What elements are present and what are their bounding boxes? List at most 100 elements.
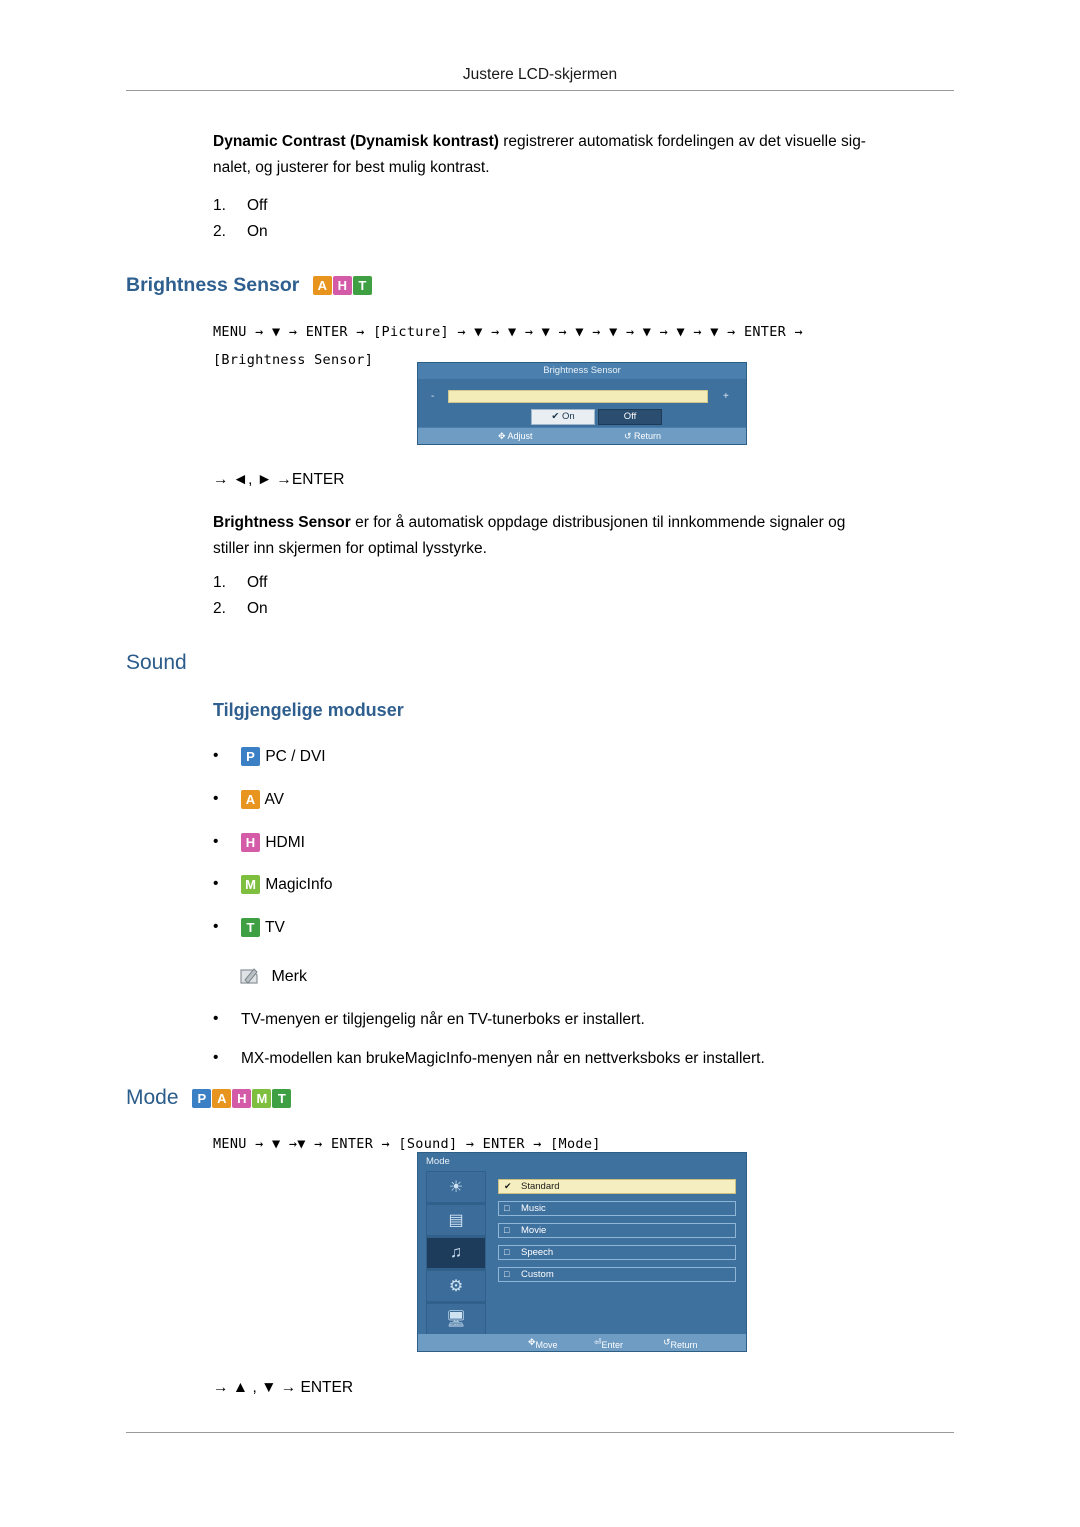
note-block: Merk <box>239 964 307 990</box>
badge-hdmi-icon: H <box>232 1088 252 1108</box>
note-item-tv: • TV-menyen er tilgjengelig når en TV-tu… <box>213 1007 953 1033</box>
list-item: 2. On <box>213 219 268 245</box>
osd-mode-item-speech[interactable]: □ Speech <box>498 1245 736 1260</box>
check-icon: □ <box>504 1225 510 1235</box>
menu-path-line1: MENU → ▼ → ENTER → [Picture] → ▼ → ▼ → ▼… <box>213 324 803 340</box>
badge-tv-icon: T <box>241 918 260 938</box>
option-label: Off <box>247 574 268 591</box>
osd-icon-sound[interactable]: ♫ <box>426 1237 486 1269</box>
mode-label: AV <box>264 791 284 808</box>
mode-label: HDMI <box>265 834 305 851</box>
bullet-dot-icon: • <box>213 833 219 850</box>
brightness-sensor-heading-text: Brightness Sensor <box>126 274 300 296</box>
list-item: 1. Off <box>213 570 268 596</box>
osd-title: Mode <box>426 1156 450 1167</box>
note-pencil-icon <box>239 966 260 985</box>
osd-icon-display[interactable]: ▤ <box>426 1204 486 1236</box>
osd-footer: ✥ Move ⏎ Enter ↺ Return <box>418 1334 746 1351</box>
check-icon: □ <box>504 1269 510 1279</box>
mode-heading: Mode PAHMT <box>126 1086 292 1110</box>
osd-brightness-sensor: Brightness Sensor - + ✔ On Off ✥ Adjust … <box>417 362 747 445</box>
mode-list-item-av: • A AV <box>213 787 284 813</box>
list-item: 2. On <box>213 596 268 622</box>
mode-label: MagicInfo <box>265 876 333 893</box>
sound-icon: ♫ <box>450 1244 462 1261</box>
dynamic-contrast-label: Dynamic Contrast (Dynamisk kontrast) <box>213 133 499 150</box>
note-item-text: MX-modellen kan brukeMagicInfo-menyen nå… <box>241 1050 765 1067</box>
bullet-dot-icon: • <box>213 875 219 892</box>
mode-label-wrap: M MagicInfo <box>241 872 333 898</box>
badge-av-icon: A <box>212 1088 232 1108</box>
option-label: On <box>247 600 268 617</box>
osd-mode-item-music[interactable]: □ Music <box>498 1201 736 1216</box>
dynamic-contrast-text-line2: nalet, og justerer for best mulig kontra… <box>213 159 490 176</box>
mode-nav-hint: → ▲ , ▼ → ENTER <box>213 1379 354 1396</box>
note-label: Merk <box>271 968 308 985</box>
brightness-sensor-options: 1. Off 2. On <box>213 570 268 622</box>
osd-on-button[interactable]: ✔ On <box>531 409 595 425</box>
note-item-magicinfo: • MX-modellen kan brukeMagicInfo-menyen … <box>213 1046 953 1072</box>
note-item-text: TV-menyen er tilgjengelig når en TV-tune… <box>241 1011 645 1028</box>
osd-plus-label: + <box>723 391 729 402</box>
footer-divider <box>126 1432 954 1433</box>
page-header-title: Justere LCD-skjermen <box>462 66 618 83</box>
osd-mode-item-custom[interactable]: □ Custom <box>498 1267 736 1282</box>
mode-label-wrap: A AV <box>241 787 284 813</box>
bullet-dot-icon: • <box>213 918 219 935</box>
brightness-sensor-desc-text: er for å automatisk oppdage distribusjon… <box>350 514 846 531</box>
check-icon: □ <box>504 1203 510 1213</box>
osd-sound-mode: Mode ☀ ▤ ♫ ⚙ 🖥 ✔ Standard □ Music □ Movie □… <box>417 1152 747 1352</box>
osd-minus-label: - <box>431 391 435 402</box>
osd-mode-item-standard[interactable]: ✔ Standard <box>498 1179 736 1194</box>
list-item: 1. Off <box>213 193 268 219</box>
mode-list-item-hdmi: • H HDMI <box>213 830 305 856</box>
brightness-sensor-description: Brightness Sensor er for å automatisk op… <box>213 510 963 562</box>
osd-off-button[interactable]: Off <box>598 409 662 425</box>
badge-av-icon: A <box>241 790 260 810</box>
mode-label-wrap: T TV <box>241 915 285 941</box>
option-number: 2. <box>213 223 226 240</box>
osd-footer-return: ↺ Return <box>663 1337 698 1350</box>
mode-list-item-pcdvi: • P PC / DVI <box>213 744 326 770</box>
monitor-icon: 🖥 <box>445 1311 467 1328</box>
badge-tv-icon: T <box>352 276 372 296</box>
display-icon: ▤ <box>448 1212 464 1229</box>
check-icon: □ <box>504 1247 510 1257</box>
dynamic-contrast-text: registrerer automatisk fordelingen av de… <box>498 133 866 150</box>
mode-label: PC / DVI <box>265 748 326 765</box>
bullet-dot-icon: • <box>213 1049 219 1066</box>
badge-magicinfo-icon: M <box>241 875 260 895</box>
option-label: Off <box>247 197 268 214</box>
osd-icon-picture[interactable]: ☀ <box>426 1171 486 1203</box>
osd-mode-list: ✔ Standard □ Music □ Movie □ Speech □ Custom <box>498 1179 736 1289</box>
option-number: 1. <box>213 197 226 214</box>
osd-footer-adjust: ✥ Adjust <box>498 431 533 441</box>
check-icon: ✔ <box>504 1181 512 1191</box>
mode-list-item-magicinfo: • M MagicInfo <box>213 872 333 898</box>
page: Justere LCD-skjermen Dynamic Contrast (D… <box>0 0 1080 1527</box>
brightness-sensor-heading: Brightness Sensor AHT <box>126 274 373 297</box>
brightness-sensor-desc-label: Brightness Sensor <box>213 514 351 531</box>
osd-footer-enter: ⏎ Enter <box>594 1337 624 1350</box>
bullet-dot-icon: • <box>213 747 219 764</box>
sound-subheading: Tilgjengelige moduser <box>213 700 404 720</box>
mode-heading-text: Mode <box>126 1086 179 1109</box>
osd-mode-item-movie[interactable]: □ Movie <box>498 1223 736 1238</box>
osd-footer: ✥ Adjust ↺ Return <box>418 428 746 444</box>
bullet-dot-icon: • <box>213 1010 219 1027</box>
menu-path-line2: [Brightness Sensor] <box>213 352 374 368</box>
option-number: 1. <box>213 574 226 591</box>
badge-tv-icon: T <box>272 1088 292 1108</box>
brightness-sensor-desc-line2: stiller inn skjermen for optimal lysstyr… <box>213 540 487 557</box>
osd-icon-setup[interactable]: ⚙ <box>426 1270 486 1302</box>
gear-icon: ⚙ <box>448 1278 464 1295</box>
dynamic-contrast-options: 1. Off 2. On <box>213 193 268 245</box>
badge-hdmi-icon: H <box>241 833 260 853</box>
sound-heading: Sound <box>126 651 187 674</box>
dynamic-contrast-paragraph: Dynamic Contrast (Dynamisk kontrast) reg… <box>213 129 958 181</box>
menu-path-line: MENU → ▼ →▼ → ENTER → [Sound] → ENTER → … <box>213 1136 601 1152</box>
osd-slider-bar[interactable] <box>448 390 708 403</box>
badge-pc-icon: P <box>241 747 260 767</box>
picture-icon: ☀ <box>448 1179 464 1196</box>
osd-icon-multi[interactable]: 🖥 <box>426 1303 486 1335</box>
